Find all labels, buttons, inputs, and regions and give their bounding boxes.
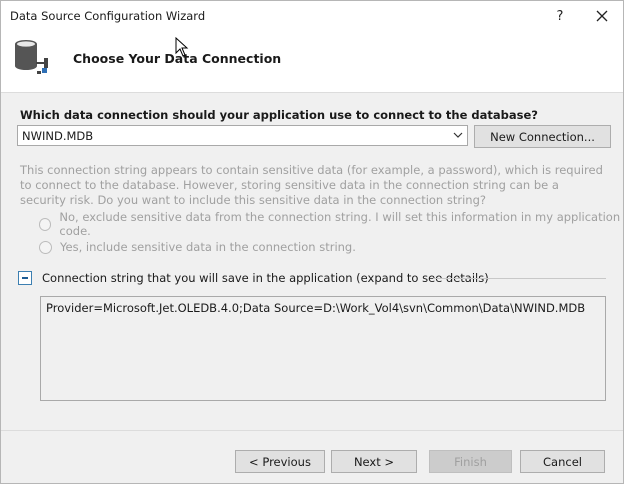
connection-dropdown[interactable]: NWIND.MDB (17, 125, 468, 146)
include-sensitive-label: Yes, include sensitive data in the conne… (60, 240, 356, 254)
collapse-toggle[interactable] (18, 271, 32, 285)
divider (433, 278, 606, 279)
wizard-header: Choose Your Data Connection (1, 31, 623, 93)
new-connection-button[interactable]: New Connection... (474, 125, 611, 148)
exclude-sensitive-option[interactable]: No, exclude sensitive data from the conn… (39, 210, 623, 238)
title-bar: Data Source Configuration Wizard ? (1, 1, 623, 31)
close-button[interactable] (587, 3, 617, 29)
close-icon (596, 10, 608, 22)
previous-button[interactable]: < Previous (235, 450, 325, 473)
finish-button[interactable]: Finish (429, 450, 512, 473)
window-title: Data Source Configuration Wizard (10, 9, 206, 23)
database-icon (15, 40, 48, 74)
cancel-button[interactable]: Cancel (520, 450, 605, 473)
help-icon: ? (556, 8, 564, 24)
connection-string-expander-label[interactable]: Connection string that you will save in … (42, 271, 489, 285)
connection-question: Which data connection should your applic… (20, 108, 538, 122)
connection-dropdown-value: NWIND.MDB (22, 129, 94, 143)
include-sensitive-radio[interactable] (39, 240, 52, 254)
wizard-window: Data Source Configuration Wizard ? Choos… (0, 0, 624, 484)
exclude-sensitive-label: No, exclude sensitive data from the conn… (59, 210, 621, 238)
mouse-cursor-icon (175, 37, 189, 57)
connection-string-text: Provider=Microsoft.Jet.OLEDB.4.0;Data So… (46, 301, 586, 315)
help-button[interactable]: ? (546, 3, 574, 29)
include-sensitive-option[interactable]: Yes, include sensitive data in the conne… (39, 239, 356, 255)
footer-divider (1, 430, 623, 431)
chevron-down-icon (453, 132, 463, 138)
connection-string-field[interactable]: Provider=Microsoft.Jet.OLEDB.4.0;Data So… (40, 296, 606, 401)
sensitive-data-warning: This connection string appears to contai… (20, 163, 603, 207)
next-button[interactable]: Next > (331, 450, 417, 473)
exclude-sensitive-radio[interactable] (39, 217, 52, 231)
